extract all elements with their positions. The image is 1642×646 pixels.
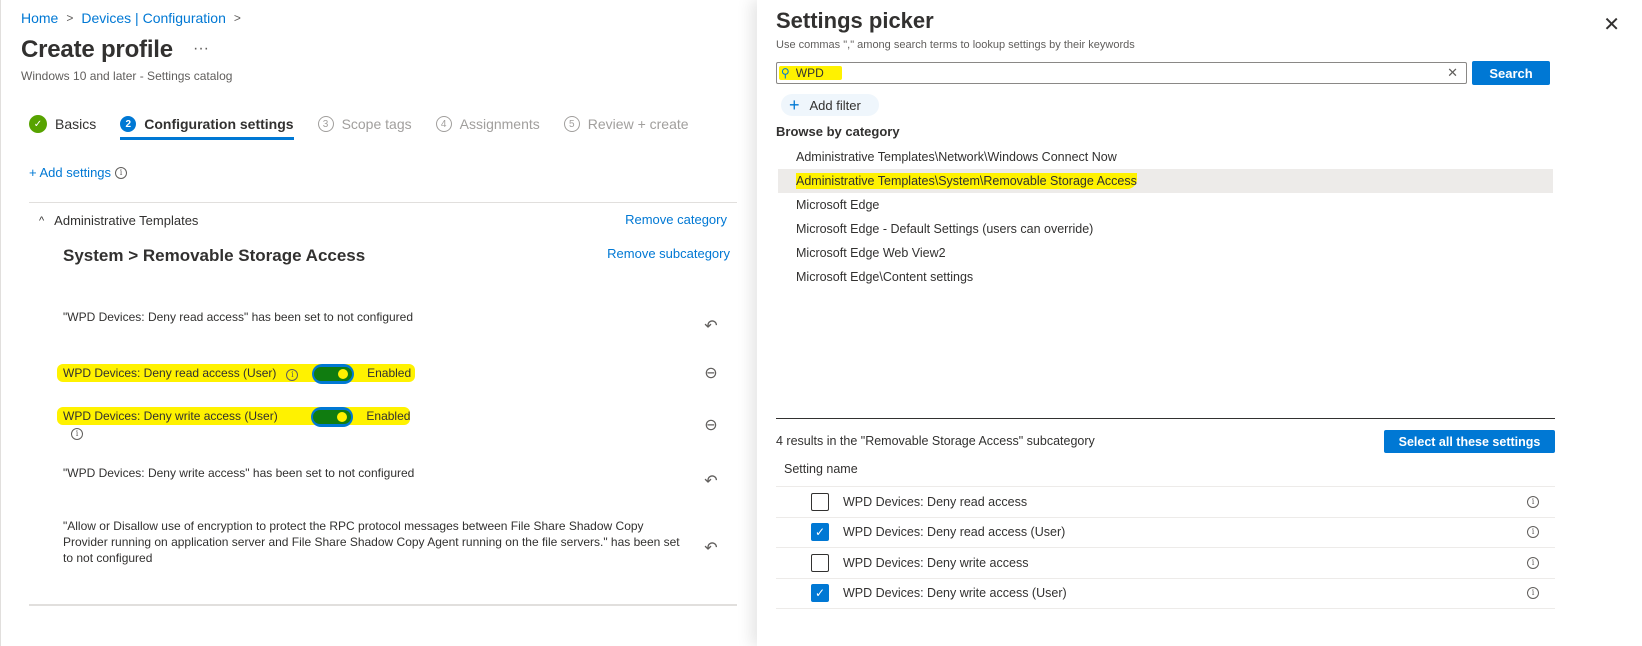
toggle-state-label: Enabled — [366, 409, 411, 424]
category-header: ^ Administrative Templates — [39, 213, 198, 228]
step-number-badge: 2 — [120, 116, 137, 132]
chevron-right-icon: > — [233, 11, 241, 25]
setting-name: WPD Devices: Deny read access (User) — [843, 525, 1066, 540]
setting-notice: "Allow or Disallow use of encryption to … — [63, 519, 680, 565]
search-hint: Use commas "," among search terms to loo… — [776, 39, 1135, 51]
toggle-knob — [337, 412, 348, 422]
remove-subcategory-link[interactable]: Remove subcategory — [607, 246, 730, 261]
undo-icon[interactable]: ↶ — [701, 471, 721, 491]
category-section: ^ Administrative Templates Remove catego… — [29, 202, 737, 228]
more-options-icon[interactable]: ··· — [193, 40, 209, 58]
category-item[interactable]: Microsoft Edge - Default Settings (users… — [778, 217, 1553, 241]
breadcrumb-home[interactable]: Home — [21, 10, 58, 26]
subcategory-title: System > Removable Storage Access — [63, 246, 366, 265]
step-number-badge: 3 — [317, 116, 334, 132]
table-row[interactable]: WPD Devices: Deny write access i — [776, 548, 1555, 579]
step-basics[interactable]: ✓ Basics — [29, 115, 96, 141]
category-item[interactable]: Administrative Templates\Network\Windows… — [778, 145, 1553, 169]
category-name: Administrative Templates — [54, 213, 199, 228]
chevron-up-icon[interactable]: ^ — [39, 215, 44, 227]
results-count: 4 results in the "Removable Storage Acce… — [776, 434, 1095, 448]
info-icon[interactable]: i — [115, 166, 128, 179]
setting-name: WPD Devices: Deny write access — [843, 555, 1029, 570]
category-label: Administrative Templates\System\Removabl… — [796, 173, 1137, 189]
results-divider — [776, 418, 1555, 419]
settings-picker-panel: Settings picker ✕ Use commas "," among s… — [757, 0, 1642, 646]
plus-icon: + — [789, 95, 800, 115]
enabled-toggle[interactable] — [311, 407, 354, 427]
toggle-knob — [337, 369, 348, 379]
setting-name: WPD Devices: Deny write access (User) — [843, 586, 1067, 601]
settings-picker-title: Settings picker — [776, 8, 934, 33]
step-label: Review + create — [587, 116, 689, 132]
search-button[interactable]: Search — [1472, 61, 1550, 85]
step-label: Basics — [55, 116, 97, 132]
checkmark-icon: ✓ — [29, 115, 47, 133]
results-table: WPD Devices: Deny read access i ✓ WPD De… — [776, 486, 1555, 609]
info-icon[interactable]: i — [1527, 495, 1539, 508]
undo-icon[interactable]: ↶ — [701, 538, 721, 558]
select-all-settings-button[interactable]: Select all these settings — [1384, 430, 1555, 453]
step-label: Scope tags — [341, 116, 412, 132]
remove-category-link[interactable]: Remove category — [625, 212, 727, 227]
remove-icon[interactable]: ⊖ — [701, 363, 721, 383]
checkbox[interactable] — [811, 553, 829, 572]
step-number-badge: 4 — [435, 116, 452, 132]
table-row[interactable]: ✓ WPD Devices: Deny write access (User) … — [776, 579, 1555, 609]
page-subtitle: Windows 10 and later - Settings catalog — [21, 69, 233, 83]
checkbox-checked[interactable]: ✓ — [811, 523, 829, 542]
table-row[interactable]: WPD Devices: Deny read access i — [776, 487, 1555, 518]
remove-icon[interactable]: ⊖ — [701, 415, 721, 435]
create-profile-pane: Home > Devices | Configuration > Create … — [0, 0, 792, 646]
page-title: Create profile — [21, 36, 173, 63]
search-icon: ⚲ — [781, 66, 790, 80]
setting-notice: "WPD Devices: Deny read access" has been… — [63, 310, 414, 324]
step-scope-tags[interactable]: 3 Scope tags — [317, 116, 412, 140]
table-row[interactable]: ✓ WPD Devices: Deny read access (User) i — [776, 518, 1555, 548]
add-settings-label: + Add settings — [29, 165, 112, 180]
category-item[interactable]: Microsoft Edge — [778, 193, 1553, 217]
info-icon[interactable]: i — [1527, 587, 1539, 600]
breadcrumb: Home > Devices | Configuration > — [21, 10, 241, 26]
wizard-steps: ✓ Basics 2 Configuration settings 3 Scop… — [29, 115, 713, 141]
checkbox-checked[interactable]: ✓ — [811, 584, 829, 603]
info-icon[interactable]: i — [1527, 526, 1539, 539]
setting-notice: "WPD Devices: Deny write access" has bee… — [63, 466, 415, 480]
setting-row-deny-read-user: WPD Devices: Deny read access (User) i E… — [57, 364, 416, 384]
column-header-setting-name[interactable]: Setting name — [784, 462, 858, 476]
add-filter-button[interactable]: + Add filter — [781, 94, 879, 116]
toggle-state-label: Enabled — [367, 366, 412, 381]
category-item-selected[interactable]: Administrative Templates\System\Removabl… — [778, 169, 1553, 193]
category-item[interactable]: Microsoft Edge\Content settings — [778, 265, 1553, 289]
add-filter-label: Add filter — [809, 97, 861, 113]
close-icon[interactable]: ✕ — [1603, 12, 1620, 37]
browse-by-category-heading: Browse by category — [776, 124, 900, 139]
step-review-create[interactable]: 5 Review + create — [563, 116, 689, 140]
setting-label: WPD Devices: Deny read access (User) — [63, 366, 277, 381]
setting-label: WPD Devices: Deny write access (User) — [63, 409, 278, 424]
search-box[interactable]: ⚲ ✕ — [776, 62, 1467, 84]
chevron-right-icon: > — [66, 11, 74, 25]
undo-icon[interactable]: ↶ — [701, 316, 721, 336]
step-number-badge: 5 — [563, 116, 580, 132]
category-list: Administrative Templates\Network\Windows… — [778, 145, 1553, 289]
info-icon[interactable]: i — [286, 369, 299, 382]
breadcrumb-devices-configuration[interactable]: Devices | Configuration — [81, 10, 225, 26]
step-label: Configuration settings — [144, 116, 294, 132]
setting-row-deny-write-user: WPD Devices: Deny write access (User) En… — [57, 407, 411, 427]
add-settings-link[interactable]: + Add settings i — [29, 165, 128, 180]
step-assignments[interactable]: 4 Assignments — [435, 116, 540, 140]
info-icon[interactable]: i — [71, 428, 83, 440]
info-icon[interactable]: i — [1527, 556, 1539, 569]
category-item[interactable]: Microsoft Edge Web View2 — [778, 241, 1553, 265]
section-divider — [29, 604, 737, 606]
step-label: Assignments — [459, 116, 540, 132]
clear-search-icon[interactable]: ✕ — [1447, 65, 1458, 81]
setting-name: WPD Devices: Deny read access — [843, 494, 1028, 509]
step-configuration-settings[interactable]: 2 Configuration settings — [120, 116, 294, 140]
search-input[interactable] — [795, 66, 836, 80]
checkbox[interactable] — [811, 492, 829, 511]
enabled-toggle[interactable] — [311, 364, 354, 384]
